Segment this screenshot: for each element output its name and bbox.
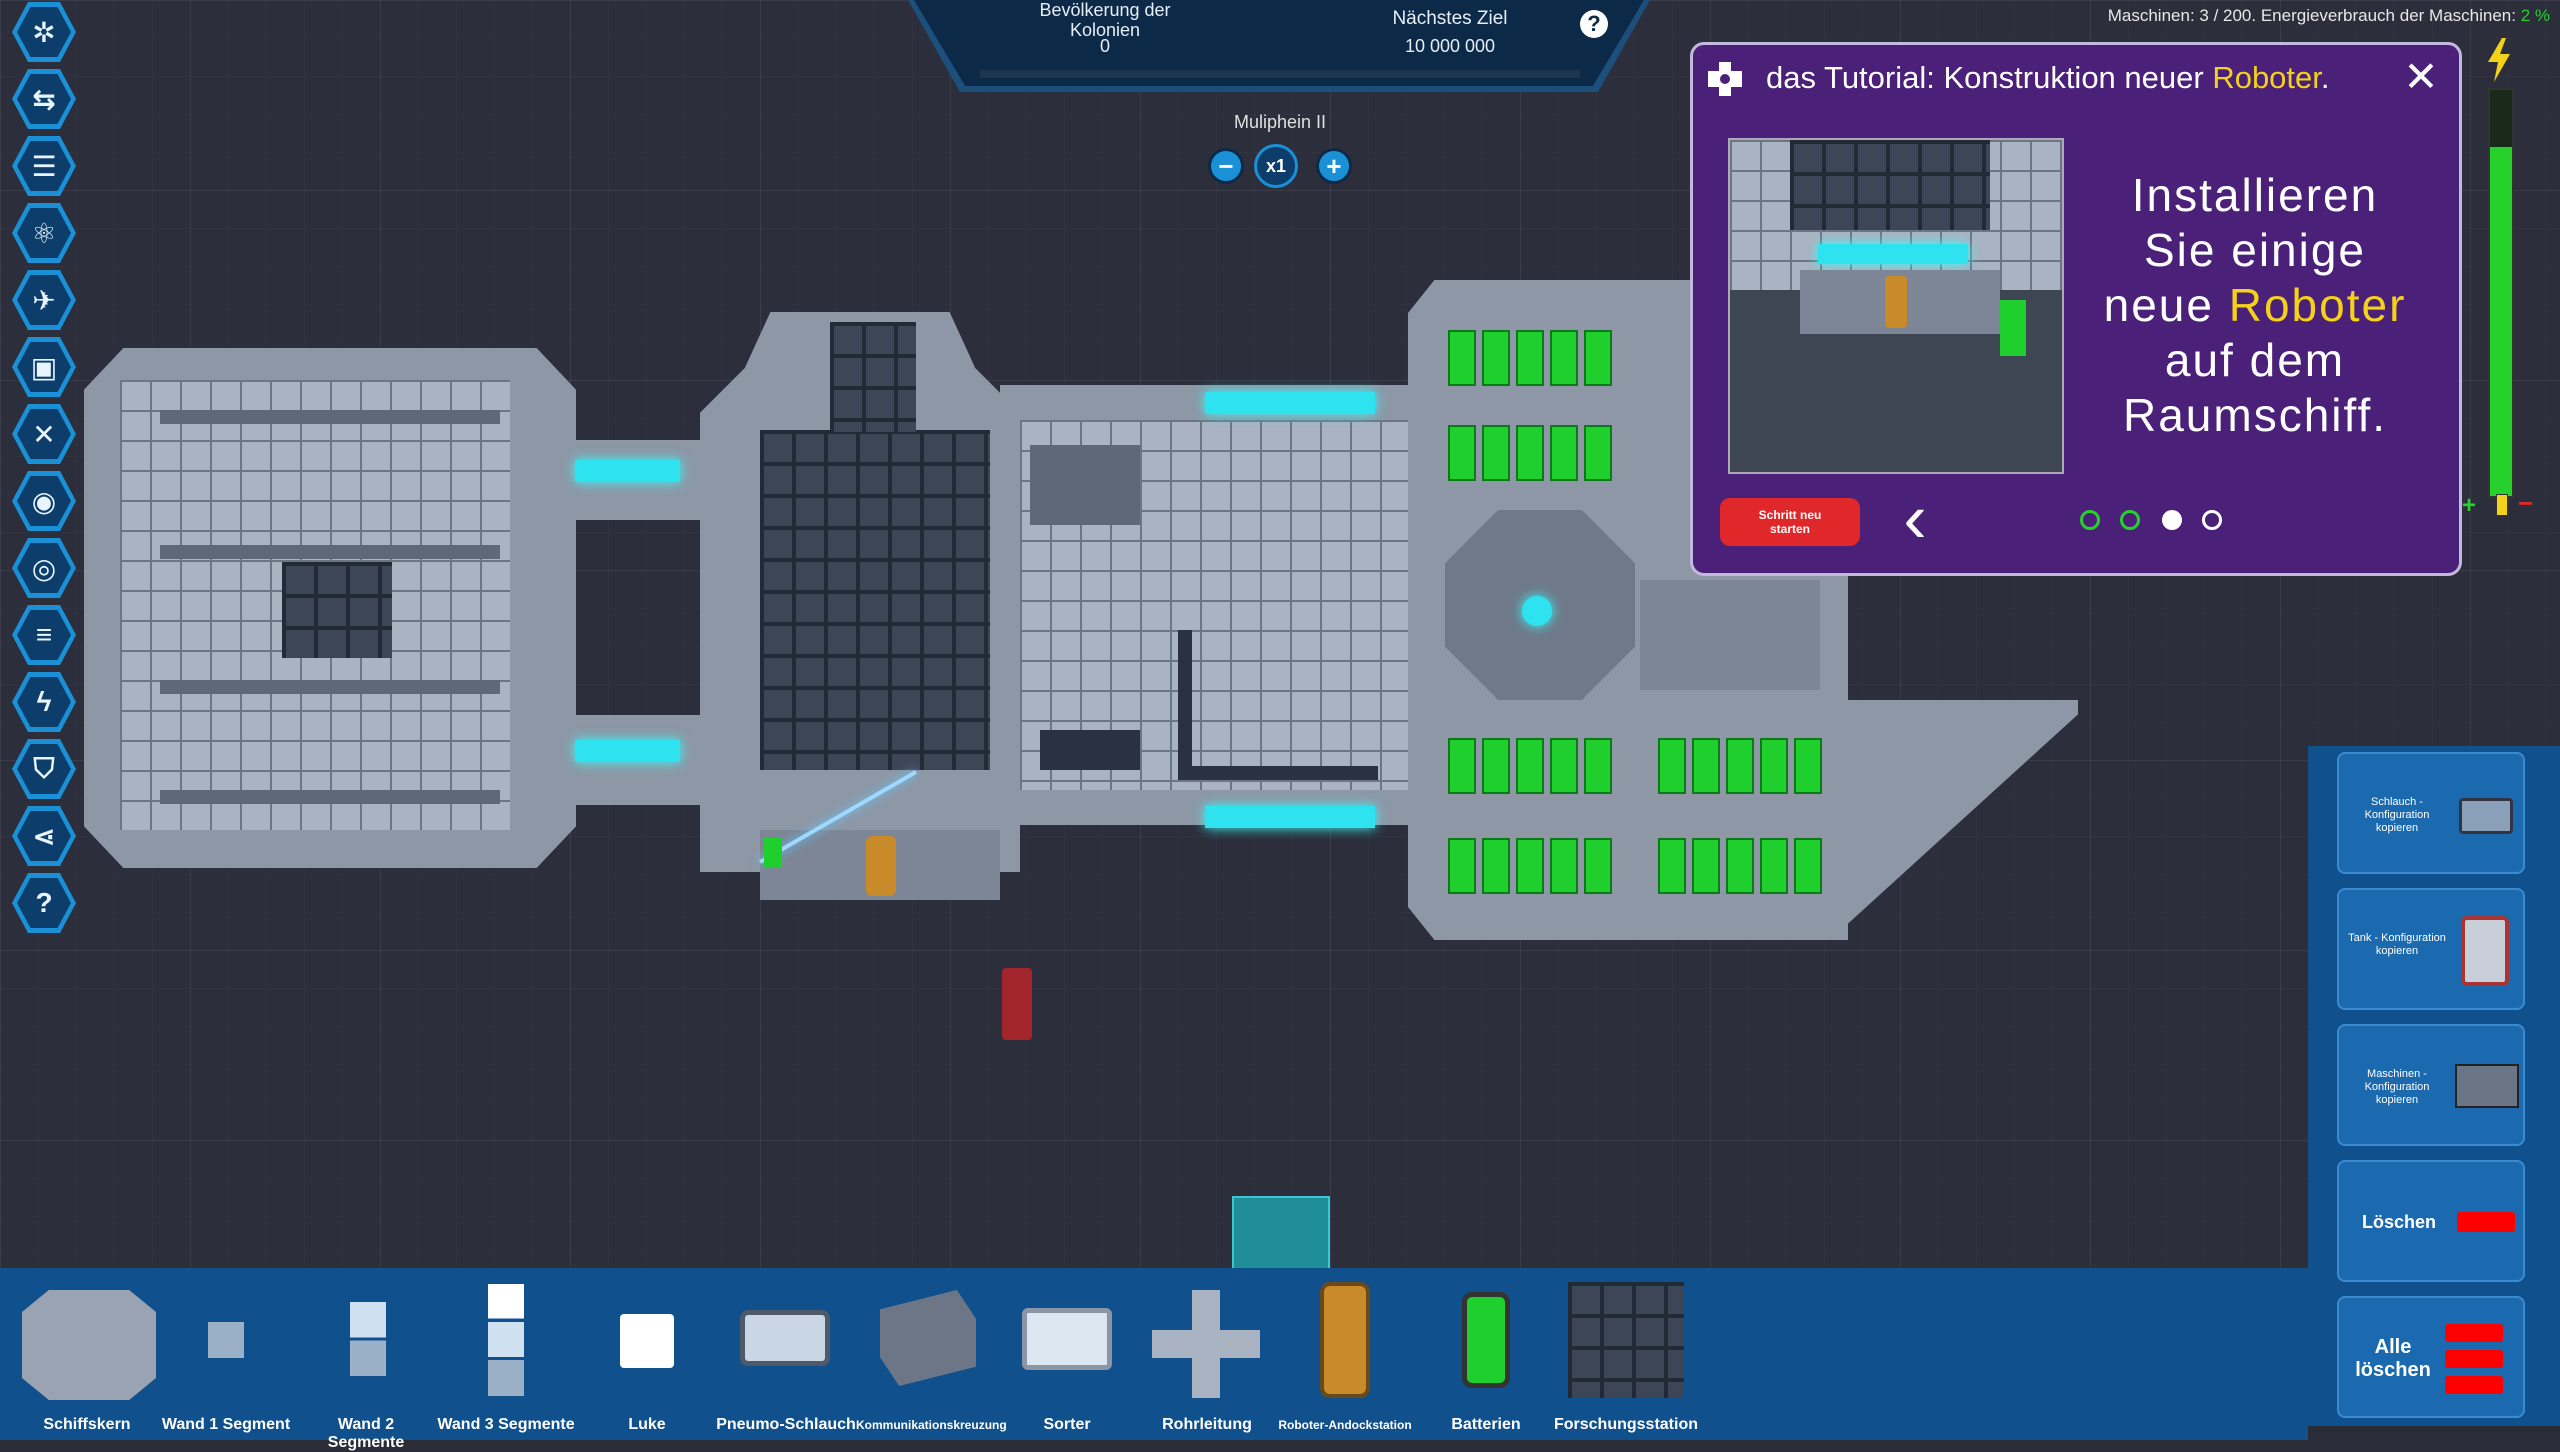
colony-progress-bar (980, 70, 1580, 78)
tools-icon: ✕ (32, 418, 56, 450)
pneumo-hose-icon (740, 1310, 830, 1366)
ship-left-wall-2 (160, 545, 500, 559)
wall-2-segment-icon (350, 1302, 386, 1376)
delete-all-button[interactable]: Alle löschen (2337, 1296, 2525, 1418)
hatch-lower-left[interactable] (575, 740, 680, 762)
robot-unit[interactable] (866, 836, 896, 896)
research-station-icon (1568, 1282, 1684, 1398)
energy-minus-icon: − (2518, 488, 2534, 518)
help-button[interactable]: ? (1580, 10, 1608, 38)
plus-icon: + (1326, 151, 1342, 181)
energy-percent: 2 % (2520, 6, 2550, 25)
green-marker (764, 838, 782, 868)
copy-tank-config-button[interactable]: Tank - Konfiguration kopieren (2337, 888, 2525, 1010)
scan-icon: ◎ (31, 552, 57, 584)
close-icon: ✕ (2403, 53, 2439, 100)
tutorial-instruction: Installieren Sie einige neue Roboter auf… (2103, 169, 2407, 441)
battery-icon (1462, 1292, 1510, 1388)
restart-step-button[interactable]: Schritt neu starten (1720, 498, 1860, 546)
ship-core-part-icon (22, 1290, 156, 1400)
energy-bolt-icon (2486, 38, 2512, 82)
speed-decrease-button[interactable]: − (1208, 148, 1244, 184)
hatch-upper-left[interactable] (575, 460, 680, 482)
machine-icon (2455, 1064, 2519, 1108)
pipeline-cross-icon (1152, 1290, 1260, 1398)
step-dot[interactable] (2202, 510, 2222, 530)
ship-core-light (1522, 596, 1552, 626)
minus-icon: − (1218, 151, 1234, 181)
wall-3-segment-icon (488, 1284, 524, 1396)
hatch-lower-mid[interactable] (1205, 806, 1375, 828)
hatch-upper-mid[interactable] (1205, 392, 1375, 414)
ship-middle-inner-wall-2 (1178, 766, 1378, 780)
list-icon: ☰ (31, 150, 57, 182)
wall-1-segment-icon (208, 1322, 244, 1358)
share-icon: ⋖ (32, 820, 56, 852)
ship-middle-inner-wall (1178, 630, 1192, 780)
shield-icon: ⛉ (33, 752, 55, 784)
population-value: 0 (1099, 36, 1110, 56)
tutorial-puzzle-icon (1706, 60, 1744, 98)
tutorial-close-button[interactable]: ✕ (2398, 54, 2444, 100)
tutorial-title: das Tutorial: Konstruktion neuer Roboter… (1766, 60, 2330, 95)
energy-plus-icon: + (2462, 492, 2477, 519)
step-dot-current[interactable] (2162, 510, 2182, 530)
storage-icon: ≡ (35, 619, 53, 650)
next-goal-value: 10 000 000 (1404, 36, 1496, 56)
hose-icon (2459, 798, 2513, 834)
tank-icon (2461, 916, 2509, 986)
speed-value[interactable]: x1 (1254, 144, 1298, 188)
ship-center-dark-deck (760, 430, 990, 770)
tutorial-back-button[interactable]: ‹ (1890, 483, 1940, 558)
hatch-icon (620, 1314, 674, 1368)
step-dot[interactable] (2080, 510, 2100, 530)
copy-hose-config-button[interactable]: Schlauch - Konfiguration kopieren (2337, 752, 2525, 874)
machines-status: Maschinen: 3 / 200. Energieverbrauch der… (2107, 6, 2550, 25)
blueprint-icon: ▣ (30, 351, 58, 383)
energy-icon: ϟ (36, 686, 52, 717)
ship-middle-slot (1040, 730, 1140, 770)
speed-increase-button[interactable]: + (1316, 148, 1352, 184)
energy-bar-fill (2490, 147, 2512, 496)
ship-left-wall-1 (160, 410, 500, 424)
tutorial-preview-image (1728, 138, 2064, 474)
delete-button[interactable]: Löschen (2337, 1160, 2525, 1282)
sorter-icon (1022, 1308, 1112, 1370)
placement-ghost-invalid (1002, 968, 1032, 1040)
population-label: Bevölkerung der Kolonien (1039, 0, 1171, 40)
ship-core-icon: ✲ (32, 16, 56, 48)
help-icon: ? (35, 887, 53, 918)
battery-small-icon (2496, 494, 2508, 516)
connections-icon: ⇆ (32, 83, 56, 115)
ship-engine-block (1640, 580, 1820, 690)
help-icon: ? (1587, 11, 1601, 36)
copy-machine-config-button[interactable]: Maschinen - Konfiguration kopieren (2337, 1024, 2525, 1146)
placement-cursor-tile[interactable] (1232, 1196, 1330, 1276)
drone-icon: ✈ (32, 284, 56, 316)
view-eye-icon: ◉ (31, 485, 57, 517)
ship-left-wall-4 (160, 790, 500, 804)
robot-dock-icon (1320, 1282, 1370, 1398)
research-station-placed[interactable] (282, 562, 392, 658)
ship-center-pipes (830, 322, 916, 432)
research-atom-icon: ⚛ (31, 217, 57, 249)
ship-name: Muliphein II (1233, 112, 1327, 132)
ship-middle-box (1030, 445, 1140, 525)
next-goal-label: Nächstes Ziel (1392, 8, 1508, 29)
ship-left-wall-3 (160, 680, 500, 694)
chevron-left-icon: ‹ (1903, 479, 1927, 557)
delete-red-icon (2457, 1212, 2515, 1232)
step-dot[interactable] (2120, 510, 2140, 530)
